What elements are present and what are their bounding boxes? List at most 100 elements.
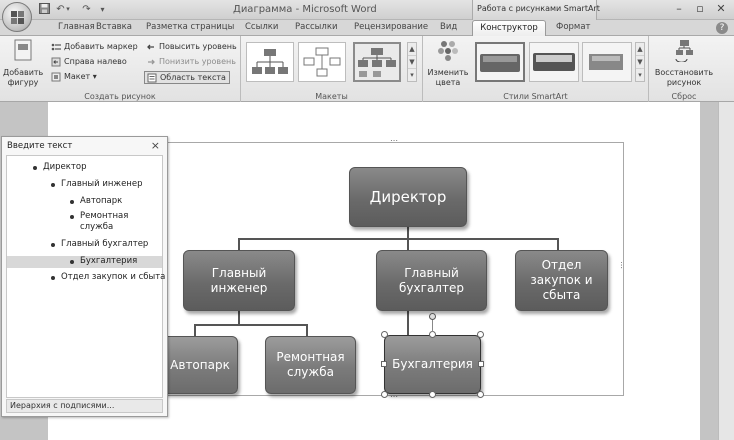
selection-handle[interactable]	[478, 361, 484, 367]
style-preview-icon	[480, 54, 520, 72]
office-button[interactable]	[2, 2, 32, 32]
close-icon[interactable]: ✕	[714, 2, 728, 16]
add-shape-icon	[14, 39, 32, 61]
smartart-frame[interactable]: ⋯ ⋯ ⋯ ⋯ Директор Главный инженер Главный…	[161, 136, 626, 401]
close-icon[interactable]: ×	[151, 139, 160, 152]
connector-line	[557, 238, 559, 250]
rotate-handle-stem	[432, 320, 433, 332]
list-item[interactable]: Главный инженер	[51, 179, 142, 190]
node-chief-engineer[interactable]: Главный инженер	[183, 250, 295, 311]
text-pane-list[interactable]: Директор Главный инженер Автопарк Ремонт…	[6, 155, 165, 398]
bullet-icon	[70, 200, 74, 204]
bullet-icon	[51, 43, 61, 51]
chevron-down-icon: ▾	[90, 72, 97, 81]
ribbon-tabs: Главная Вставка Разметка страницы Ссылки…	[0, 20, 734, 37]
group-label-reset: Сброс	[671, 92, 697, 101]
layout-thumbnail-3-selected[interactable]	[353, 42, 401, 82]
layout-preview-icon	[303, 47, 341, 77]
node-chief-accountant[interactable]: Главный бухгалтер	[376, 250, 487, 311]
layouts-gallery-scroll[interactable]: ▲ ▼ ▾	[407, 42, 417, 82]
add-bullet-button[interactable]: Добавить маркер	[51, 41, 138, 53]
add-shape-button[interactable]: Добавить фигуру	[3, 38, 43, 88]
text-pane-button[interactable]: Область текста	[144, 71, 230, 84]
tab-home[interactable]: Главная	[58, 22, 95, 32]
node-procurement-sales[interactable]: Отдел закупок и сбыта	[515, 250, 608, 311]
promote-button[interactable]: Повысить уровень	[146, 41, 237, 53]
layout-label: Макет	[64, 72, 91, 81]
change-colors-button[interactable]: Изменить цвета	[427, 38, 469, 88]
gallery-more-icon[interactable]: ▾	[636, 69, 644, 82]
selection-handle[interactable]	[477, 331, 484, 338]
list-item[interactable]: Автопарк	[70, 196, 122, 207]
node-accounting-selected[interactable]: Бухгалтерия	[384, 335, 481, 394]
selection-handle[interactable]	[381, 391, 388, 398]
scroll-up-icon[interactable]: ▲	[636, 43, 644, 56]
group-label-create-graphic: Создать рисунок	[84, 92, 156, 101]
styles-gallery-scroll[interactable]: ▲ ▼ ▾	[635, 42, 645, 82]
group-reset: Восстановить рисунок Сброс	[649, 36, 719, 102]
tab-mailings[interactable]: Рассылки	[295, 22, 337, 32]
style-thumbnail-3[interactable]	[582, 42, 632, 82]
maximize-icon[interactable]: ▫	[693, 2, 707, 16]
promote-arrow-icon	[147, 44, 154, 50]
gallery-more-icon[interactable]: ▾	[408, 69, 416, 82]
layout-thumbnail-2[interactable]	[298, 42, 346, 82]
scroll-down-icon[interactable]: ▼	[408, 56, 416, 69]
frame-resize-handle-top[interactable]: ⋯	[390, 136, 398, 145]
bullet-icon	[51, 276, 55, 280]
rotate-handle[interactable]	[429, 313, 436, 320]
selection-handle[interactable]	[381, 331, 388, 338]
customize-quick-access-icon[interactable]: ▾	[96, 3, 109, 16]
connector-line	[238, 238, 240, 250]
tab-format[interactable]: Формат	[556, 22, 591, 32]
demote-label: Понизить уровень	[159, 57, 236, 66]
tab-view[interactable]: Вид	[440, 22, 457, 32]
group-layouts: ▲ ▼ ▾ Макеты	[241, 36, 423, 102]
group-label-layouts: Макеты	[315, 92, 348, 101]
scroll-up-icon[interactable]: ▲	[408, 43, 416, 56]
redo-icon[interactable]: ↷	[80, 3, 93, 16]
node-car-park[interactable]: Автопарк	[162, 336, 238, 394]
connector-line	[407, 311, 409, 335]
save-icon[interactable]	[38, 3, 51, 16]
tab-review[interactable]: Рецензирование	[354, 22, 428, 32]
layout-icon	[51, 72, 61, 82]
promote-label: Повысить уровень	[159, 42, 237, 51]
layout-name-link[interactable]: Иерархия с подписями...	[6, 399, 163, 413]
style-thumbnail-1-selected[interactable]	[475, 42, 525, 82]
tab-design[interactable]: Конструктор	[472, 20, 546, 37]
change-colors-label: Изменить цвета	[427, 68, 469, 87]
right-to-left-button[interactable]: Справа налево	[51, 56, 127, 68]
frame-resize-handle-right[interactable]: ⋯	[617, 261, 626, 269]
layout-button[interactable]: Макет ▾	[51, 71, 97, 83]
tab-insert[interactable]: Вставка	[96, 22, 132, 32]
list-item[interactable]: Главный бухгалтер	[51, 239, 148, 250]
bullet-icon	[51, 243, 55, 247]
list-item[interactable]: Ремонтная служба	[70, 211, 140, 233]
style-thumbnail-2[interactable]	[529, 42, 579, 82]
scroll-down-icon[interactable]: ▼	[636, 56, 644, 69]
tab-page-layout[interactable]: Разметка страницы	[146, 22, 234, 32]
selection-handle[interactable]	[429, 331, 436, 338]
list-item-selected[interactable]: Бухгалтерия	[7, 256, 162, 268]
selection-handle[interactable]	[381, 361, 387, 367]
selection-handle[interactable]	[477, 391, 484, 398]
selection-handle[interactable]	[429, 391, 436, 398]
vertical-scrollbar[interactable]	[718, 102, 734, 440]
group-label-smartart-styles: Стили SmartArt	[503, 92, 568, 101]
text-pane-icon	[147, 73, 157, 83]
help-icon[interactable]: ?	[716, 22, 728, 34]
demote-button[interactable]: Понизить уровень	[146, 56, 236, 68]
list-item[interactable]: Отдел закупок и сбыта	[51, 272, 165, 283]
undo-dropdown-icon[interactable]: ▾	[64, 3, 72, 16]
change-colors-icon	[438, 41, 458, 61]
list-item[interactable]: Директор	[33, 162, 86, 173]
node-repair-service[interactable]: Ремонтная служба	[265, 336, 356, 394]
tab-references[interactable]: Ссылки	[245, 22, 278, 32]
smartart-text-pane: Введите текст × Директор Главный инженер…	[1, 136, 168, 417]
layout-thumbnail-1[interactable]	[246, 42, 294, 82]
node-director[interactable]: Директор	[349, 167, 467, 227]
reset-graphic-button[interactable]: Восстановить рисунок	[653, 38, 715, 88]
text-pane-label: Область текста	[160, 73, 226, 82]
minimize-icon[interactable]: –	[672, 2, 686, 16]
